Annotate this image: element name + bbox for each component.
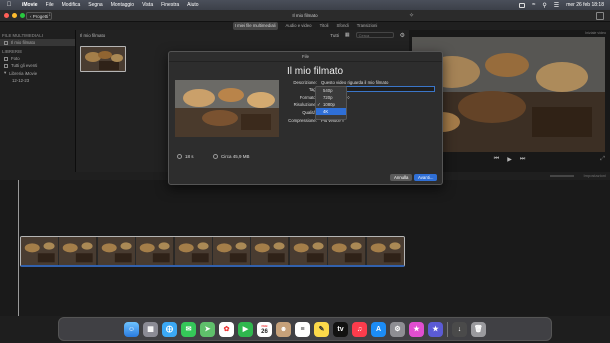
- share-button[interactable]: [596, 12, 604, 20]
- status-area: ≈ ⚲ ☰ mer 26 feb 18:18: [519, 2, 610, 9]
- clock-icon: [177, 154, 182, 159]
- photos-icon[interactable]: ✿: [219, 321, 234, 337]
- export-file-dialog: File Il mio filmato 18 s Circa 45,9 MB D…: [168, 51, 443, 185]
- trash-icon[interactable]: 🗑: [471, 321, 486, 337]
- menu-modify[interactable]: Montaggio: [107, 2, 138, 8]
- facetime-icon[interactable]: ▶: [238, 321, 253, 337]
- safari-icon[interactable]: ⨁: [162, 321, 177, 337]
- resolution-label: Risoluzione:: [293, 102, 317, 107]
- duration-info: 18 s: [177, 154, 194, 159]
- screen-icon[interactable]: [519, 2, 526, 8]
- size-value: Circa 45,9 MB: [221, 154, 250, 159]
- menu-edit[interactable]: Modifica: [58, 2, 85, 8]
- iphone-mirroring-icon[interactable]: ★: [409, 321, 424, 337]
- settings-icon[interactable]: ⚙: [390, 321, 405, 337]
- downloads-icon[interactable]: ↓: [452, 321, 467, 337]
- calendar-icon[interactable]: FEB 26: [257, 321, 272, 337]
- dialog-preview-image: [175, 80, 279, 137]
- contacts-icon[interactable]: ☻: [276, 321, 291, 337]
- resolution-option[interactable]: 540p: [316, 87, 346, 94]
- next-button[interactable]: Avanti...: [414, 174, 438, 181]
- description-field[interactable]: Questo video riguarda il mio filmato: [321, 80, 388, 85]
- bread-photo-dialog: [175, 80, 279, 137]
- menu-bar:  iMovie File Modifica Segna Montaggio V…: [0, 0, 610, 10]
- dock-separator: [447, 321, 448, 337]
- calendar-day: 26: [261, 328, 268, 335]
- music-icon[interactable]: ♫: [352, 321, 367, 337]
- appstore-icon[interactable]: A: [371, 321, 386, 337]
- finder-icon[interactable]: ☺: [124, 321, 139, 337]
- appletv-icon[interactable]: tv: [333, 321, 348, 337]
- window-toolbar: ‹ Progetti ↓ Il mio filmato ✧: [0, 10, 610, 22]
- maps-icon[interactable]: ➤: [200, 321, 215, 337]
- size-info: Circa 45,9 MB: [213, 154, 250, 159]
- menu-mark[interactable]: Segna: [84, 2, 106, 8]
- menu-window[interactable]: Finestra: [157, 2, 183, 8]
- launchpad-icon[interactable]: ▦: [143, 321, 158, 337]
- imovie-dock-icon[interactable]: ★: [428, 321, 443, 337]
- cancel-button[interactable]: Annulla: [390, 174, 413, 181]
- messages-icon[interactable]: ✉: [181, 321, 196, 337]
- notes-icon[interactable]: ✎: [314, 321, 329, 337]
- wifi-icon[interactable]: ≈: [532, 2, 535, 8]
- window-title: Il mio filmato: [292, 13, 318, 18]
- disk-icon: [213, 154, 218, 159]
- menu-help[interactable]: Aiuto: [183, 2, 202, 8]
- apple-menu-icon[interactable]: : [0, 2, 18, 8]
- resolution-option[interactable]: 1080p: [316, 101, 346, 108]
- menu-app-name[interactable]: iMovie: [18, 2, 42, 8]
- control-center-icon[interactable]: ☰: [554, 2, 559, 9]
- reminders-icon[interactable]: ≡: [295, 321, 310, 337]
- duration-value: 18 s: [185, 154, 194, 159]
- macos-dock: ☺ ▦ ⨁ ✉ ➤ ✿ ▶ FEB 26 ☻ ≡ ✎ tv ♫ A ⚙ ★ ★ ↓…: [58, 317, 552, 341]
- dialog-project-title[interactable]: Il mio filmato: [287, 66, 343, 77]
- search-icon[interactable]: ⚲: [542, 2, 546, 9]
- resolution-popup-menu: 540p 720p 1080p 4K: [315, 86, 347, 120]
- imovie-window:  iMovie File Modifica Segna Montaggio V…: [0, 0, 610, 343]
- menu-view[interactable]: Vista: [138, 2, 157, 8]
- dialog-title: File: [169, 52, 442, 62]
- resolution-option[interactable]: 720p: [316, 94, 346, 101]
- enhance-icon[interactable]: ✧: [409, 12, 414, 19]
- description-label: Descrizione:: [293, 80, 317, 85]
- resolution-option[interactable]: 4K: [316, 108, 346, 115]
- compression-label: Compressione:: [288, 118, 317, 123]
- menu-file[interactable]: File: [42, 2, 58, 8]
- menu-clock[interactable]: mer 26 feb 18:18: [566, 2, 604, 8]
